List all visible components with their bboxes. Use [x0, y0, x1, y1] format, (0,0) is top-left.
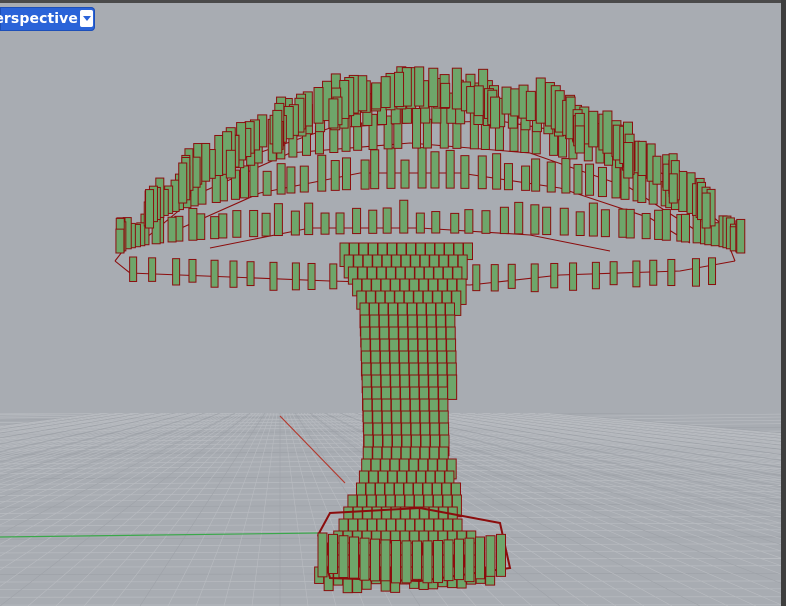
viewport-scene[interactable] — [0, 3, 781, 606]
rhino-window: erspective — [0, 0, 786, 606]
viewport-title[interactable]: erspective — [0, 11, 78, 27]
viewport-menu-button[interactable] — [80, 10, 93, 27]
chevron-down-icon — [82, 16, 91, 21]
window-frame-right — [781, 0, 786, 606]
viewport-title-tab[interactable]: erspective — [0, 7, 95, 31]
perspective-viewport[interactable]: erspective — [0, 3, 781, 606]
